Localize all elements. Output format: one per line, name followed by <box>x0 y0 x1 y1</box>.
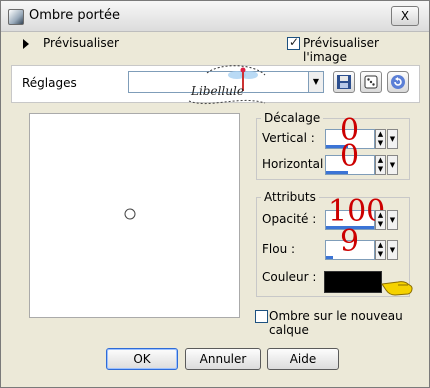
expand-arrow-icon[interactable] <box>23 39 29 49</box>
blur-spinbox[interactable]: 9 ▲ ▼ ▼ <box>325 227 398 260</box>
preview-toggle-label[interactable]: Prévisualiser <box>43 36 119 50</box>
horizontal-dropdown[interactable]: ▼ <box>387 155 398 175</box>
preview-area <box>124 208 136 220</box>
help-button[interactable]: Aide <box>267 348 339 370</box>
opacity-dropdown[interactable]: ▼ <box>387 210 398 230</box>
preview-row: Prévisualiser Prévisualiser l'image <box>11 33 419 64</box>
preview-canvas[interactable] <box>29 113 240 318</box>
vertical-label: Vertical : <box>262 131 315 145</box>
logo-text: Libellule <box>190 84 244 98</box>
opacity-spinbox[interactable]: 100 ▲ ▼ ▼ <box>325 197 398 230</box>
blur-slider-fill[interactable] <box>326 256 333 259</box>
color-label: Couleur : <box>262 270 317 284</box>
reset-icon <box>391 75 405 89</box>
attributes-group-title: Attributs <box>261 190 319 204</box>
save-icon <box>337 75 351 89</box>
blur-stepper[interactable]: ▲ ▼ <box>375 240 386 260</box>
preview-image-label[interactable]: Prévisualiser l'image <box>303 36 419 64</box>
chevron-down-icon[interactable]: ▼ <box>308 72 323 92</box>
close-button[interactable]: X <box>391 6 419 26</box>
blur-value: 9 <box>340 224 360 259</box>
pointing-hand-icon <box>381 281 413 296</box>
dice-icon <box>364 75 378 89</box>
drop-shadow-dialog: Ombre portée X Prévisualiser Prévisualis… <box>0 0 430 388</box>
reset-button[interactable] <box>387 71 409 93</box>
shadow-color-swatch[interactable] <box>324 271 382 293</box>
libellule-logo: Libellule <box>188 65 266 105</box>
vertical-spinbox[interactable]: 0 ▲ ▼ ▼ <box>325 116 398 149</box>
blur-dropdown[interactable]: ▼ <box>387 240 398 260</box>
vertical-dropdown[interactable]: ▼ <box>387 129 398 149</box>
shadow-new-layer-label[interactable]: Ombre sur le nouveau calque <box>269 309 429 337</box>
ok-button[interactable]: OK <box>106 348 178 370</box>
opacity-stepper[interactable]: ▲ ▼ <box>375 210 386 230</box>
randomize-button[interactable] <box>360 71 382 93</box>
horizontal-label: Horizontal : <box>262 157 332 171</box>
preview-image-checkbox[interactable] <box>287 35 300 50</box>
window-title: Ombre portée <box>29 8 120 23</box>
opacity-label: Opacité : <box>262 212 317 226</box>
offset-group-title: Décalage <box>261 111 324 125</box>
blur-label: Flou : <box>262 242 296 256</box>
settings-label: Réglages <box>22 76 77 90</box>
horizontal-stepper[interactable]: ▲ ▼ <box>375 155 386 175</box>
horizontal-value: 0 <box>340 139 360 174</box>
cancel-button[interactable]: Annuler <box>185 348 261 370</box>
save-preset-button[interactable] <box>333 71 355 93</box>
horizontal-input[interactable]: 0 <box>325 142 375 175</box>
horizontal-spinbox[interactable]: 0 ▲ ▼ ▼ <box>325 142 398 175</box>
title-bar: Ombre portée X <box>1 1 429 32</box>
vertical-stepper[interactable]: ▲ ▼ <box>375 129 386 149</box>
blur-input[interactable]: 9 <box>325 227 375 260</box>
app-icon <box>8 9 24 25</box>
shadow-new-layer-checkbox[interactable] <box>255 310 268 323</box>
offset-group: Décalage Vertical : 0 ▲ ▼ ▼ Horizontal : … <box>256 111 410 180</box>
